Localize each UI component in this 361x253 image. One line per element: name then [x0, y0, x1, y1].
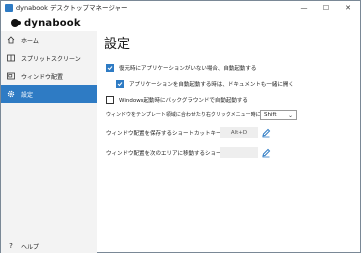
help-icon: ? — [9, 242, 13, 250]
settings-panel: 設定 復元時にアプリケーションがいない場合、自動起動する アプリケーションを自動… — [97, 31, 360, 253]
sidebar-item-help[interactable]: ? ヘルプ — [1, 237, 97, 253]
gear-icon — [7, 90, 15, 98]
minimize-button[interactable]: — — [293, 1, 315, 15]
auto-start-checkbox[interactable] — [106, 64, 114, 72]
sidebar-item-settings[interactable]: 設定 — [1, 85, 97, 103]
app-icon — [5, 4, 13, 12]
windows-startup-checkbox[interactable] — [106, 96, 114, 104]
open-docs-option[interactable]: アプリケーションを自動起動する時は、ドキュメントも一緒に開く — [116, 80, 294, 88]
auto-start-option[interactable]: 復元時にアプリケーションがいない場合、自動起動する — [106, 64, 256, 72]
sidebar-item-label: 設定 — [21, 91, 34, 99]
window-title: dynabook デスクトップマネージャー — [16, 4, 128, 12]
save-shortcut-field[interactable]: Alt+D — [220, 127, 258, 138]
chevron-down-icon: ⌄ — [287, 112, 293, 119]
edit-move-shortcut-button[interactable] — [260, 147, 271, 158]
logo-text: dynabook — [24, 17, 81, 29]
close-button[interactable]: ✕ — [337, 1, 359, 15]
open-docs-checkbox[interactable] — [116, 80, 124, 88]
sidebar-item-label: ホーム — [21, 37, 39, 45]
sidebar: ホーム スプリットスクリーン ウィンドウ配置 設定 ? ヘルプ — [1, 31, 97, 253]
sidebar-item-split-screen[interactable]: スプリットスクリーン — [1, 49, 97, 67]
split-screen-icon — [7, 54, 15, 62]
sidebar-item-window-layout[interactable]: ウィンドウ配置 — [1, 67, 97, 85]
app-window: dynabook デスクトップマネージャー — ☐ ✕ dynabook ホーム… — [0, 0, 361, 253]
sidebar-item-home[interactable]: ホーム — [1, 31, 97, 49]
maximize-button[interactable]: ☐ — [315, 1, 337, 15]
move-shortcut-field[interactable] — [220, 147, 258, 158]
template-key-select[interactable]: Shift ⌄ — [260, 110, 297, 120]
save-shortcut-row: ウィンドウ配置を保存するショートカットキー： — [106, 129, 227, 137]
windows-startup-label: Windows起動時にバックグラウンドで自動起動する — [119, 98, 248, 104]
home-icon — [7, 36, 15, 44]
open-docs-label: アプリケーションを自動起動する時は、ドキュメントも一緒に開く — [129, 82, 294, 88]
edit-save-shortcut-button[interactable] — [260, 127, 271, 138]
dynabook-logo: dynabook — [11, 16, 81, 30]
template-key-value: Shift — [264, 112, 277, 118]
auto-start-label: 復元時にアプリケーションがいない場合、自動起動する — [119, 66, 257, 72]
page-title: 設定 — [104, 37, 131, 52]
windows-startup-option[interactable]: Windows起動時にバックグラウンドで自動起動する — [106, 96, 248, 104]
logo-mark-icon — [11, 19, 21, 27]
sidebar-item-label: ヘルプ — [21, 243, 40, 251]
title-bar: dynabook デスクトップマネージャー — ☐ ✕ — [1, 1, 360, 15]
window-layout-icon — [7, 72, 15, 80]
sidebar-item-label: ウィンドウ配置 — [21, 73, 64, 81]
pencil-icon — [261, 128, 270, 137]
sidebar-item-label: スプリットスクリーン — [21, 55, 81, 63]
save-shortcut-label: ウィンドウ配置を保存するショートカットキー： — [106, 131, 228, 137]
pencil-icon — [261, 148, 270, 157]
